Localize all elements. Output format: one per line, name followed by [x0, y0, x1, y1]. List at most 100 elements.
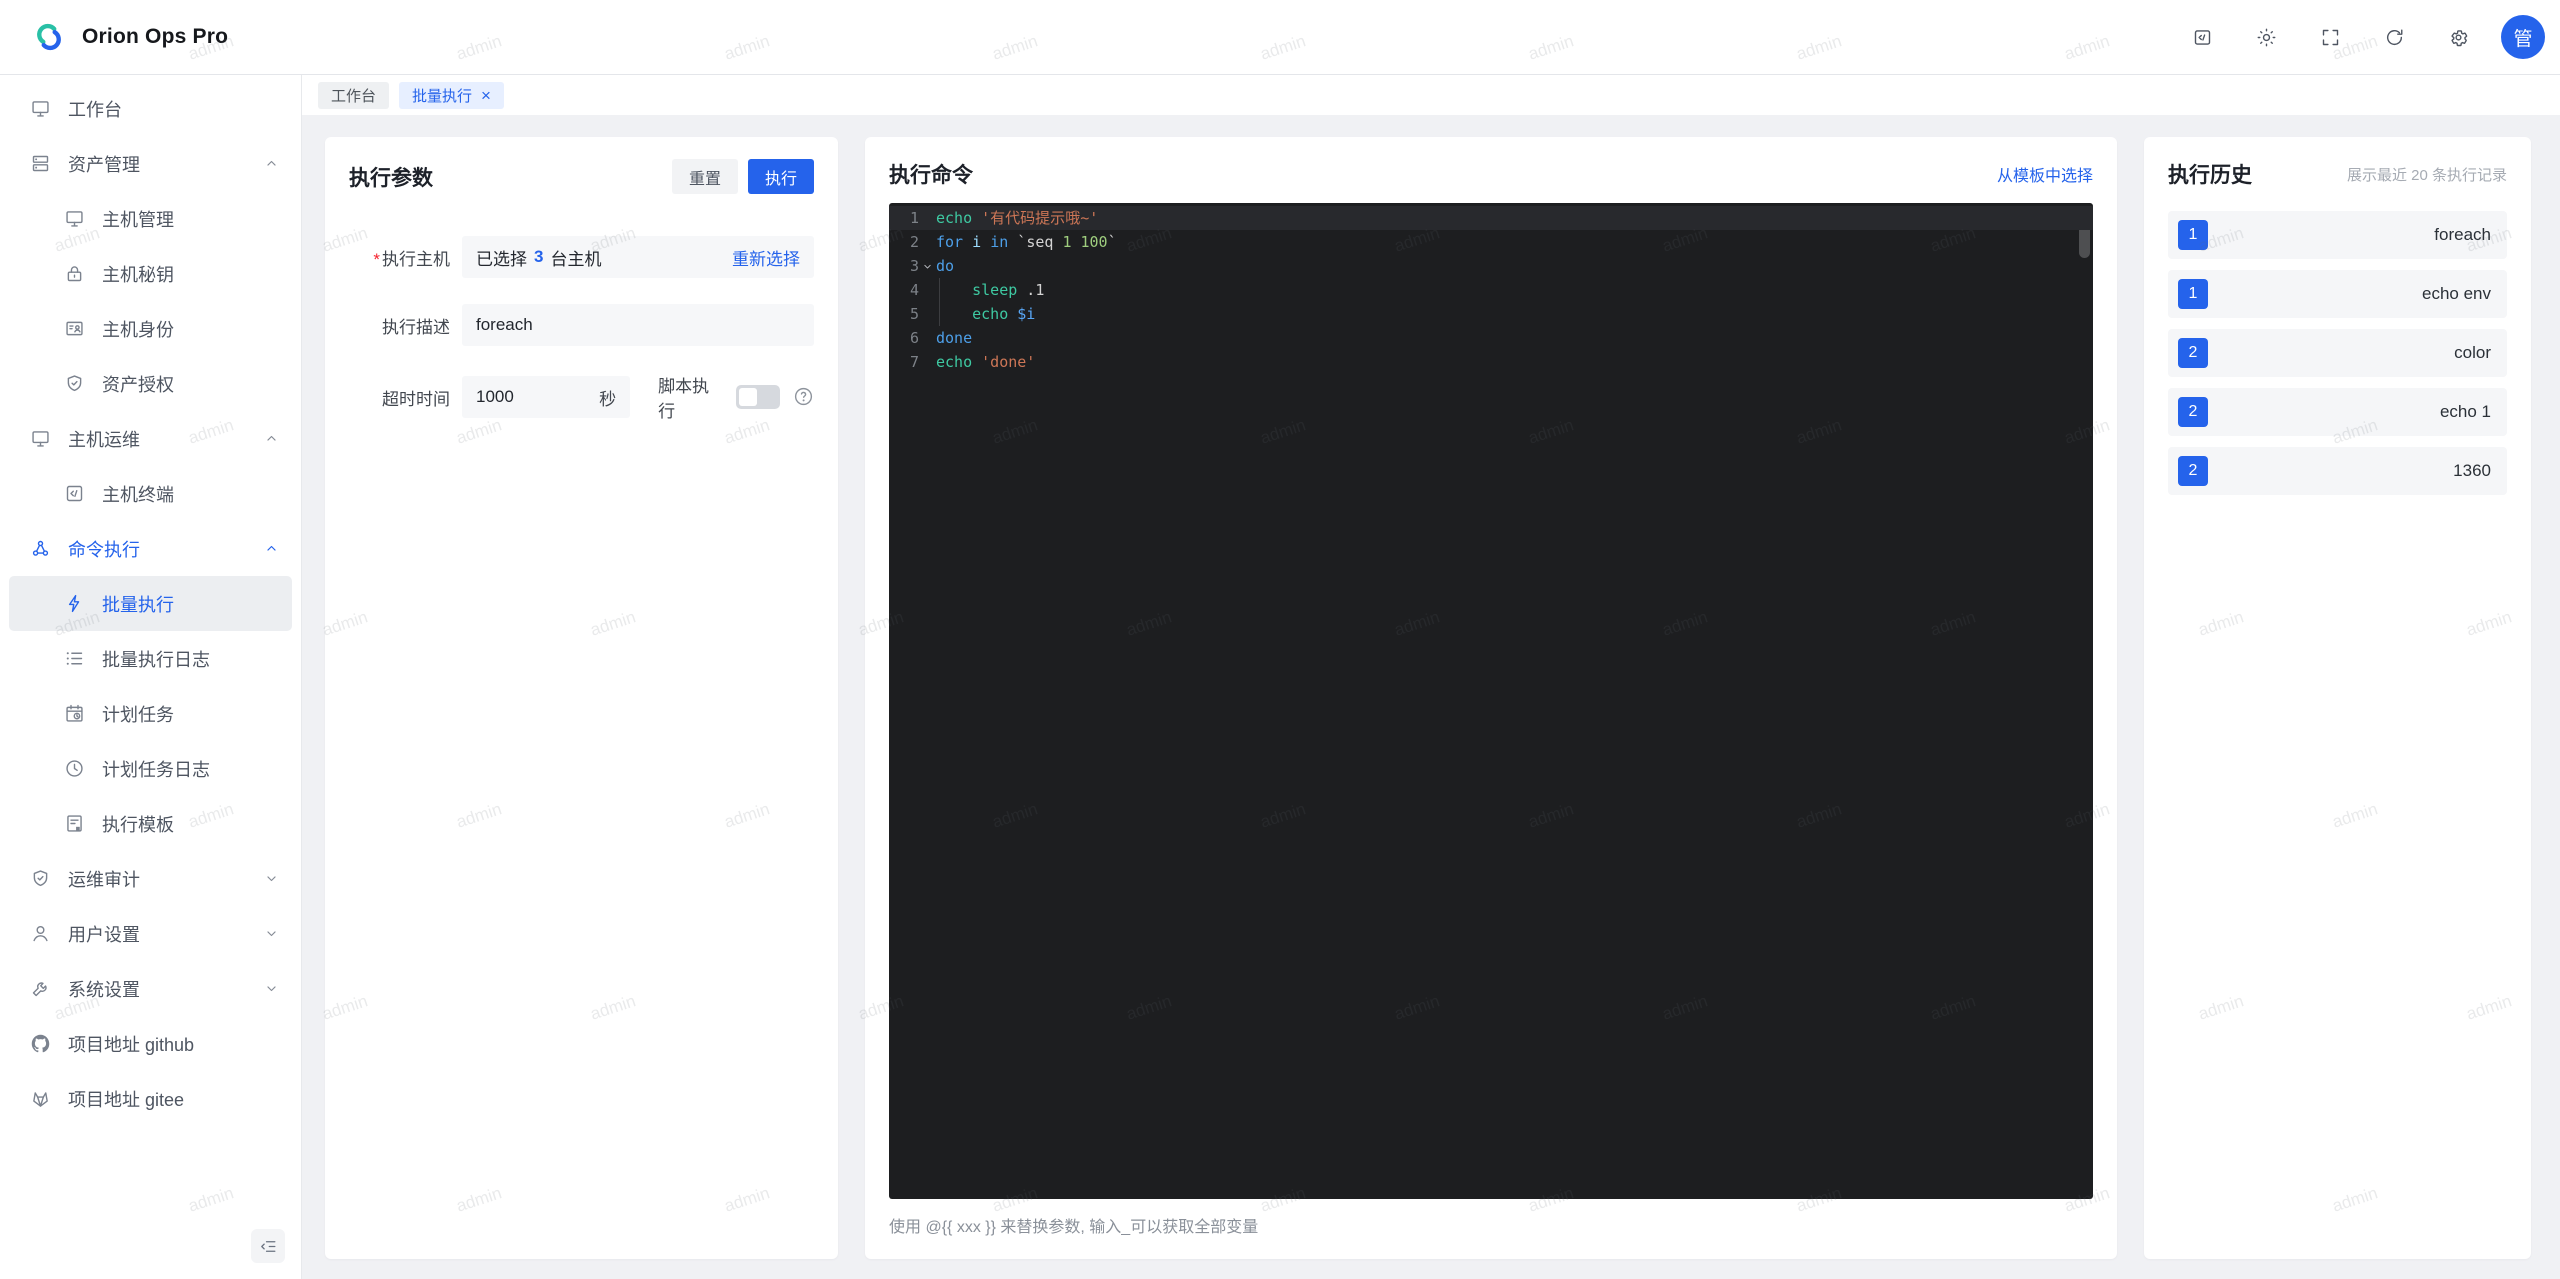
history-item-label: foreach	[2434, 225, 2491, 244]
fold-chevron-icon	[924, 264, 931, 268]
sidebar-item-workbench[interactable]: 工作台	[9, 81, 292, 136]
sidebar-item-host-identity[interactable]: 主机身份	[9, 301, 292, 356]
sidebar-item-asset-authorization[interactable]: 资产授权	[9, 356, 292, 411]
sidebar-item-asset-management[interactable]: 资产管理	[9, 136, 292, 191]
chevron-up-icon	[267, 435, 276, 441]
host-selected-text: 已选择 3 台主机	[476, 247, 602, 269]
theme-icon[interactable]	[2245, 16, 2287, 58]
history-panel-title: 执行历史	[2168, 164, 2252, 187]
tab-label: 批量执行	[412, 87, 473, 105]
description-row: 执行描述 foreach	[349, 304, 814, 346]
reselect-hosts-link[interactable]: 重新选择	[732, 245, 800, 270]
code-text: echo $i	[972, 305, 1036, 323]
sidebar-item-system-settings[interactable]: 系统设置	[9, 961, 292, 1016]
chevron-up-icon	[267, 545, 276, 551]
sidebar-item-scheduled-task-log[interactable]: 计划任务日志	[9, 741, 292, 796]
execute-button[interactable]: 执行	[747, 159, 814, 194]
sidebar-item-host-keys[interactable]: 主机秘钥	[9, 246, 292, 301]
history-item[interactable]: 1 foreach	[2168, 211, 2507, 259]
host-count-badge: 2	[2178, 338, 2208, 368]
sidebar-item-execution-template[interactable]: 执行模板	[9, 796, 292, 851]
select-from-template-link[interactable]: 从模板中选择	[1997, 162, 2093, 186]
description-label: 执行描述	[382, 317, 450, 337]
tab-workbench[interactable]: 工作台	[318, 81, 390, 109]
sidebar-item-host-management[interactable]: 主机管理	[9, 191, 292, 246]
code-line-4: 4 sleep .1	[889, 278, 2093, 302]
lightning-icon	[68, 594, 80, 613]
history-item-label: color	[2454, 343, 2491, 362]
shield-icon	[67, 375, 82, 392]
host-count-badge: 2	[2178, 456, 2208, 486]
fold-gutter	[919, 350, 936, 374]
history-item[interactable]: 1 echo env	[2168, 270, 2507, 318]
app-logo: Orion Ops Pro	[0, 18, 228, 56]
host-selector[interactable]: 已选择 3 台主机 重新选择	[462, 236, 814, 278]
history-subtitle: 展示最近 20 条执行记录	[2346, 166, 2507, 184]
fullscreen-icon[interactable]	[2309, 16, 2351, 58]
template-icon	[67, 815, 82, 832]
code-text: do	[936, 257, 955, 275]
wrench-icon	[32, 982, 47, 997]
shield-icon	[33, 870, 48, 887]
command-hint: 使用 @{{ xxx }} 来替换参数, 输入_可以获取全部变量	[889, 1219, 1259, 1236]
history-item-label: echo env	[2422, 284, 2491, 303]
history-item[interactable]: 2 color	[2168, 329, 2507, 377]
terminal-icon	[66, 485, 83, 502]
sidebar-item-label: 系统设置	[68, 979, 140, 1000]
refresh-icon[interactable]	[2373, 16, 2415, 58]
tab-batch-execution[interactable]: 批量执行 ×	[399, 81, 504, 109]
execution-history-panel: 执行历史 展示最近 20 条执行记录 1 foreach 1 echo env 2 col…	[2144, 137, 2531, 1259]
help-circle-icon	[794, 387, 813, 406]
description-input[interactable]: foreach	[462, 304, 814, 346]
sidebar-item-label: 命令执行	[68, 539, 140, 560]
required-star: *	[373, 249, 380, 269]
calendar-icon	[66, 704, 83, 722]
help-icon[interactable]	[793, 386, 814, 408]
timeout-value: 1000	[476, 387, 514, 406]
execution-params-panel: 执行参数 重置 执行 * 执行主机 已选择 3 台主机 重新选择 执行描述 forea…	[325, 137, 838, 1259]
sidebar-item-command-execution[interactable]: 命令执行	[9, 521, 292, 576]
toggle-knob	[739, 388, 757, 406]
sidebar-item-label: 计划任务	[102, 704, 174, 725]
script-exec-toggle[interactable]	[736, 385, 780, 409]
sidebar-item-host-ops[interactable]: 主机运维	[9, 411, 292, 466]
sidebar-item-batch-execution-log[interactable]: 批量执行日志	[9, 631, 292, 686]
sidebar-item-project-gitee[interactable]: 项目地址 gitee	[9, 1071, 292, 1126]
sidebar-nav: 工作台 资产管理主机管理主机秘钥 主机身份资产授权主机运维 主机终端命令执行批量执行批…	[0, 81, 301, 1126]
dev-terminal-icon[interactable]	[2181, 16, 2223, 58]
sidebar-item-ops-audit[interactable]: 运维审计	[9, 851, 292, 906]
sidebar-item-label: 计划任务日志	[102, 759, 210, 780]
timeout-row: 超时时间 1000 秒 脚本执行	[349, 372, 814, 422]
lock-icon	[67, 266, 82, 282]
monitor-icon	[66, 211, 83, 227]
chevron-down-icon	[267, 986, 276, 992]
sidebar-item-batch-execution[interactable]: 批量执行	[9, 576, 292, 631]
code-line-5: 5 echo $i	[889, 302, 2093, 326]
history-item[interactable]: 2 echo 1	[2168, 388, 2507, 436]
host-count-badge: 2	[2178, 397, 2208, 427]
sidebar-item-label: 项目地址 gitee	[68, 1089, 185, 1110]
reset-button[interactable]: 重置	[671, 159, 738, 194]
sidebar-item-user-settings[interactable]: 用户设置	[9, 906, 292, 961]
line-number: 4	[909, 281, 919, 299]
timeout-input[interactable]: 1000 秒	[462, 376, 631, 418]
fold-gutter	[919, 206, 936, 230]
settings-icon	[2450, 29, 2467, 46]
fold-gutter[interactable]	[919, 254, 936, 278]
sidebar-item-label: 主机管理	[102, 209, 174, 230]
sidebar-item-host-terminal[interactable]: 主机终端	[9, 466, 292, 521]
code-editor[interactable]: 1 echo '有代码提示哦~' 2 for i in `seq 1 100` 3 do 4…	[889, 203, 2093, 1199]
tab-close-icon[interactable]: ×	[481, 87, 491, 104]
user-avatar[interactable]: 管	[2501, 15, 2545, 59]
sidebar-collapse-button[interactable]	[251, 1229, 285, 1263]
monitor-icon	[32, 431, 49, 447]
menu-fold-icon	[260, 1240, 275, 1252]
code-text: sleep .1	[972, 281, 1045, 299]
settings-icon[interactable]	[2437, 16, 2479, 58]
main-content: 执行参数 重置 执行 * 执行主机 已选择 3 台主机 重新选择 执行描述 forea…	[302, 115, 2560, 1279]
sidebar-item-label: 用户设置	[68, 924, 140, 945]
sidebar-item-label: 资产授权	[102, 374, 174, 395]
history-item[interactable]: 2 1360	[2168, 447, 2507, 495]
sidebar-item-project-github[interactable]: 项目地址 github	[9, 1016, 292, 1071]
sidebar-item-scheduled-tasks[interactable]: 计划任务	[9, 686, 292, 741]
